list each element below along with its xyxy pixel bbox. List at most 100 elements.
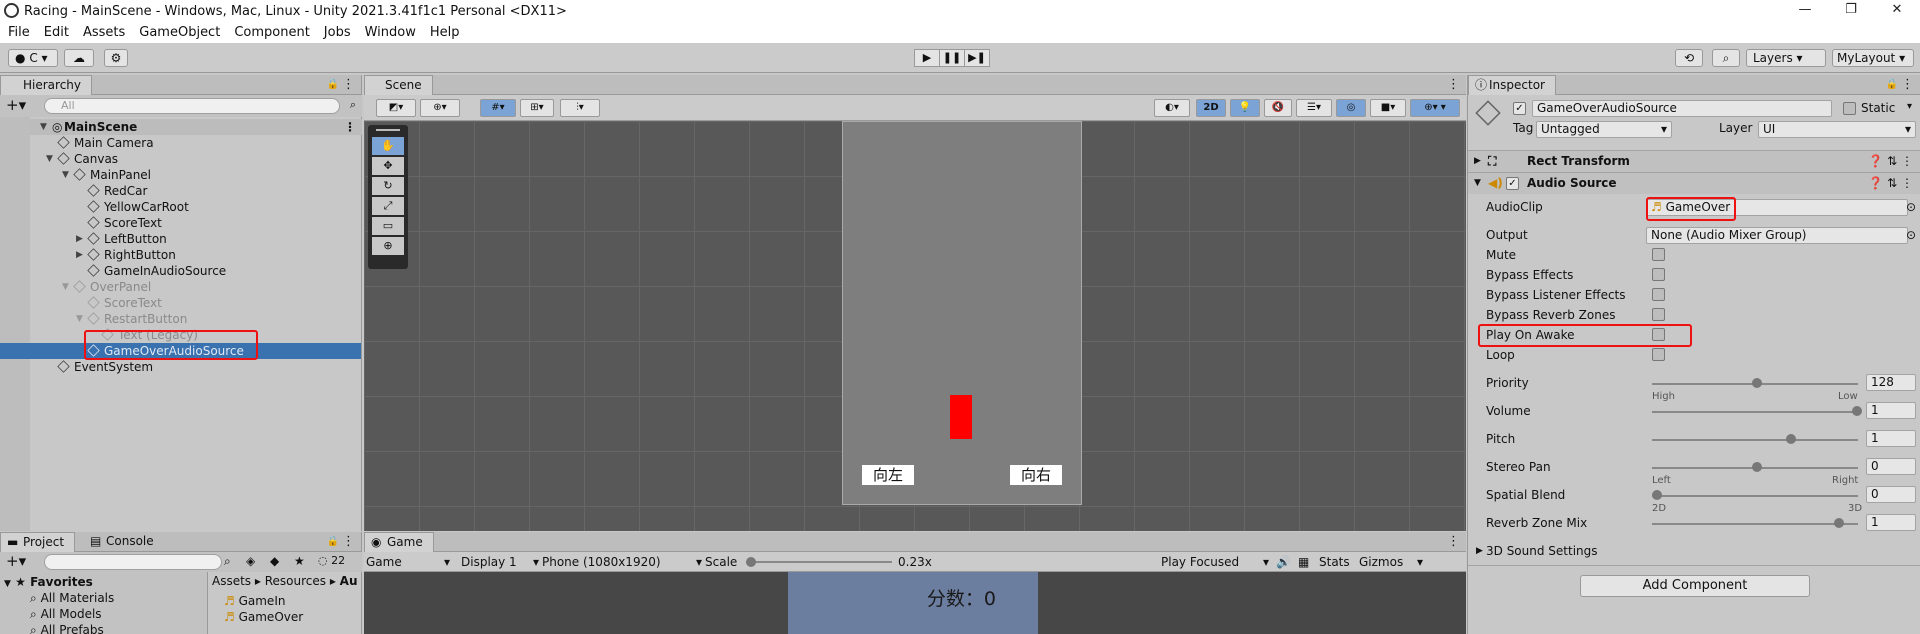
search-by-label-icon[interactable]: ◈ (246, 554, 255, 568)
expand-arrow-icon[interactable]: ▼ (62, 279, 69, 295)
static-checkbox[interactable] (1843, 102, 1856, 115)
mute-checkbox[interactable] (1652, 248, 1665, 261)
global-button[interactable]: ⊕▾ (420, 99, 460, 117)
minimize-button[interactable]: — (1782, 0, 1828, 22)
effects-button[interactable]: ☰▾ (1296, 99, 1332, 117)
stereo-pan-slider-thumb[interactable] (1752, 462, 1762, 472)
tree-item-overpanel[interactable]: ▼ OverPanel (62, 279, 151, 295)
lock-icon[interactable]: 🔒 (327, 79, 339, 90)
draw-mode-button[interactable]: ◩▾ (376, 99, 416, 117)
expand-arrow-icon[interactable]: ▼ (62, 167, 69, 183)
grid-snap-button[interactable]: #▾ (480, 99, 516, 117)
tree-item-restartbutton[interactable]: ▼ RestartButton (76, 311, 187, 327)
priority-field[interactable]: 128 (1866, 374, 1916, 391)
tree-item-scoretext-2[interactable]: ScoreText (87, 295, 162, 311)
account-dropdown[interactable]: ● C ▾ (8, 49, 58, 67)
favorite-all-materials[interactable]: ⌕ All Materials (30, 590, 114, 606)
lock-icon[interactable]: 🔒 (327, 536, 339, 547)
more-icon[interactable]: ⋮ (1447, 534, 1460, 549)
add-icon[interactable]: +▾ (6, 552, 26, 570)
hierarchy-search-input[interactable]: All (44, 98, 340, 114)
align-button[interactable]: ⫶▾ (560, 99, 600, 117)
project-search-input[interactable] (44, 554, 222, 570)
red-car[interactable] (950, 395, 972, 439)
file-gameover[interactable]: ♬ GameOver (224, 609, 303, 625)
more-icon[interactable]: ⋮ (342, 77, 355, 92)
scale-tool[interactable]: ⤢ (372, 197, 404, 215)
search-by-type-icon[interactable]: ⌕ (224, 554, 231, 569)
rect-tool[interactable]: ▭ (372, 217, 404, 235)
tab-scene[interactable]: Scene (364, 75, 433, 95)
tree-item-gameinaudiosource[interactable]: GameInAudioSource (87, 263, 226, 279)
grid-icon[interactable]: ▦ (1298, 552, 1309, 572)
layout-dropdown[interactable]: MyLayout ▾ (1832, 49, 1914, 67)
tab-hierarchy[interactable]: Hierarchy (0, 75, 93, 95)
collapse-arrow-icon[interactable]: ▶ (76, 231, 83, 247)
increment-snap-button[interactable]: ⊞▾ (520, 99, 554, 117)
bypass-reverb-checkbox[interactable] (1652, 308, 1665, 321)
file-gamein[interactable]: ♬ GameIn (224, 593, 285, 609)
tree-item-eventsystem[interactable]: EventSystem (57, 359, 153, 375)
expand-arrow-icon[interactable]: ▼ (46, 151, 53, 167)
scale-slider-thumb[interactable] (746, 557, 756, 567)
reverb-zone-mix-field[interactable]: 1 (1866, 514, 1916, 531)
component-menu-icon[interactable]: ❓ ⇅ ⋮ (1868, 173, 1913, 193)
tag-icon[interactable]: ◆ (270, 554, 279, 568)
menu-assets[interactable]: Assets (75, 25, 131, 40)
spatial-blend-slider-thumb[interactable] (1652, 490, 1662, 500)
audio-button[interactable]: 🔇 (1264, 99, 1292, 117)
add-component-button[interactable]: Add Component (1580, 575, 1810, 597)
volume-slider-thumb[interactable] (1852, 406, 1862, 416)
maximize-button[interactable]: ❐ (1828, 0, 1874, 22)
audio-source-header[interactable]: ▼ ◀) ✓ Audio Source ❓ ⇅ ⋮ (1468, 172, 1920, 194)
tab-project[interactable]: ▬ Project (0, 532, 76, 552)
volume-field[interactable]: 1 (1866, 402, 1916, 419)
tree-item-mainpanel[interactable]: ▼ MainPanel (62, 167, 151, 183)
bypass-listener-checkbox[interactable] (1652, 288, 1665, 301)
more-icon[interactable]: ⋮ (342, 534, 355, 549)
breadcrumb-assets[interactable]: Assets (212, 574, 251, 588)
tab-game[interactable]: ◉ Game (364, 532, 434, 552)
shading-button[interactable]: ◐▾ (1154, 99, 1190, 117)
services-button[interactable]: ⚙ (104, 49, 128, 67)
tab-console[interactable]: ▤ Console (90, 532, 154, 552)
object-picker-icon[interactable]: ⊙ (1906, 197, 1916, 217)
hidden-objects-button[interactable]: ◎ (1336, 99, 1366, 117)
menu-file[interactable]: File (0, 25, 36, 40)
layer-dropdown[interactable]: UI ▾ (1758, 121, 1916, 138)
scale-slider[interactable] (746, 561, 892, 563)
lock-icon[interactable]: 🔒 (1886, 79, 1898, 90)
game-view-canvas[interactable]: 分数：0 (788, 572, 1038, 634)
gizmos-dropdown[interactable]: Gizmos ▾ (1359, 552, 1423, 572)
scene-viewport[interactable]: 向左 向右 ✋ ✥ ↻ ⤢ ▭ ⊕ (364, 121, 1466, 531)
history-button[interactable]: ⟲ (1675, 49, 1703, 67)
add-icon[interactable]: +▾ (6, 96, 26, 114)
sound-3d-settings-row[interactable]: ▶ 3D Sound Settings (1468, 541, 1920, 561)
expand-arrow-icon[interactable]: ▼ (76, 311, 83, 327)
display-dropdown[interactable]: Display 1 ▾ (461, 552, 539, 572)
tag-dropdown[interactable]: Untagged ▾ (1536, 121, 1672, 138)
stereo-pan-field[interactable]: 0 (1866, 458, 1916, 475)
display-mode-dropdown[interactable]: Game ▾ (366, 552, 450, 572)
volume-slider[interactable] (1652, 411, 1858, 413)
rect-transform-header[interactable]: ▶ ⛶ Rect Transform ❓ ⇅ ⋮ (1468, 150, 1920, 172)
drag-handle[interactable] (376, 129, 400, 131)
move-tool[interactable]: ✥ (372, 157, 404, 175)
tree-item-main-camera[interactable]: Main Camera (57, 135, 154, 151)
enabled-checkbox[interactable]: ✓ (1506, 177, 1519, 190)
tree-item-yellowcarroot[interactable]: YellowCarRoot (87, 199, 189, 215)
search-button[interactable]: ⌕ (1712, 49, 1740, 67)
play-focused-dropdown[interactable]: Play Focused ▾ (1161, 552, 1269, 572)
tree-item-canvas[interactable]: ▼ Canvas (46, 151, 118, 167)
more-icon[interactable]: ⋮ (1447, 77, 1460, 92)
camera-button[interactable]: ■▾ (1370, 99, 1406, 117)
expand-arrow-icon[interactable]: ▼ (40, 119, 47, 135)
favorite-all-prefabs[interactable]: ⌕ All Prefabs (30, 622, 104, 634)
hand-tool[interactable]: ✋ (372, 137, 404, 155)
menu-gameobject[interactable]: GameObject (131, 25, 226, 40)
tree-item-rightbutton[interactable]: ▶ RightButton (76, 247, 176, 263)
menu-window[interactable]: Window (357, 25, 422, 40)
tree-item-mainscene[interactable]: ▼ ◎ MainScene ⋮ (30, 119, 362, 135)
active-checkbox[interactable]: ✓ (1513, 102, 1526, 115)
object-picker-icon[interactable]: ⊙ (1906, 225, 1916, 245)
